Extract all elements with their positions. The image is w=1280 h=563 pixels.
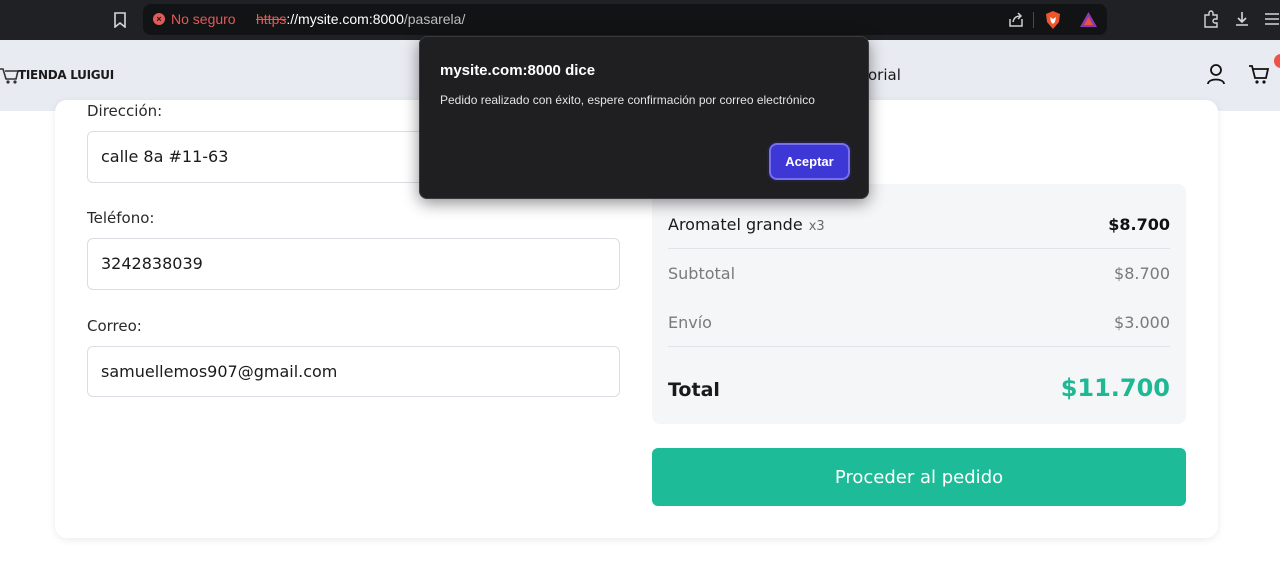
url-text[interactable]: https://mysite.com:8000/pasarela/	[256, 11, 465, 27]
bookmark-icon[interactable]	[110, 9, 130, 31]
browser-toolbar: × No seguro https://mysite.com:8000/pasa…	[0, 0, 1280, 40]
summary-divider	[668, 346, 1170, 347]
direccion-value: calle 8a #11-63	[101, 147, 229, 166]
envio-label: Envío	[668, 313, 712, 332]
alert-dialog: mysite.com:8000 dice Pedido realizado co…	[419, 36, 869, 199]
share-icon[interactable]	[1007, 11, 1025, 29]
toolbar-separator	[1033, 12, 1034, 28]
cart-icon[interactable]	[1248, 63, 1270, 85]
proceed-order-button[interactable]: Proceder al pedido	[652, 448, 1186, 506]
logo-text: TIENDA LUIGUI	[18, 68, 114, 82]
url-host: ://mysite.com:8000	[286, 11, 404, 27]
order-summary: Aromatel grande x3 $8.700 Subtotal $8.700…	[652, 184, 1186, 424]
telefono-field[interactable]: 3242838039	[87, 238, 620, 290]
item-price: $8.700	[1108, 215, 1170, 234]
address-bar[interactable]: × No seguro https://mysite.com:8000/pasa…	[143, 4, 1107, 35]
correo-value: samuellemos907@gmail.com	[101, 362, 338, 381]
dialog-message: Pedido realizado con éxito, espere confi…	[440, 93, 815, 107]
summary-divider	[668, 248, 1170, 249]
url-scheme: https	[256, 11, 287, 27]
accept-button[interactable]: Aceptar	[769, 143, 850, 180]
security-warning[interactable]: No seguro	[171, 11, 236, 27]
item-quantity: x3	[808, 219, 825, 234]
store-logo[interactable]: TIENDA LUIGUI	[0, 62, 114, 88]
correo-field[interactable]: samuellemos907@gmail.com	[87, 346, 620, 397]
cart-count-badge	[1274, 54, 1280, 68]
user-icon[interactable]	[1206, 63, 1226, 85]
cart-logo-icon	[0, 68, 20, 84]
url-path: /pasarela/	[403, 11, 466, 27]
direccion-label: Dirección:	[87, 102, 163, 120]
dialog-title: mysite.com:8000 dice	[440, 62, 596, 79]
total-label: Total	[668, 379, 720, 401]
total-value: $11.700	[1060, 374, 1170, 402]
download-icon[interactable]	[1233, 10, 1251, 28]
brave-shields-icon[interactable]	[1044, 10, 1062, 30]
correo-label: Correo:	[87, 317, 142, 335]
telefono-label: Teléfono:	[87, 209, 155, 227]
brave-rewards-icon[interactable]	[1079, 11, 1098, 28]
subtotal-value: $8.700	[1114, 264, 1170, 283]
envio-value: $3.000	[1114, 313, 1170, 332]
menu-icon[interactable]	[1262, 10, 1280, 28]
item-name: Aromatel grande	[668, 215, 803, 234]
not-secure-icon: ×	[153, 13, 165, 25]
extensions-icon[interactable]	[1202, 10, 1220, 28]
nav-item-partial[interactable]: orial	[868, 66, 901, 84]
telefono-value: 3242838039	[101, 254, 203, 273]
subtotal-label: Subtotal	[668, 264, 736, 283]
